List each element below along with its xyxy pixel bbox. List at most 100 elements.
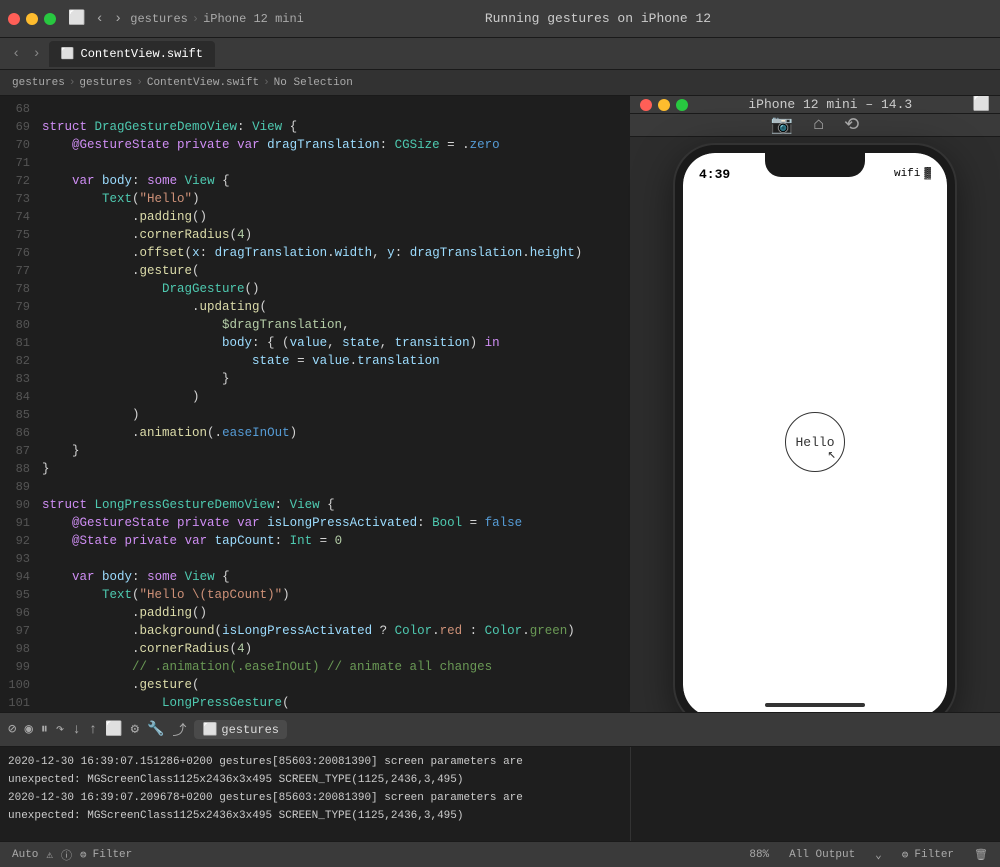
- step-out-icon[interactable]: ↑: [89, 722, 97, 738]
- code-line: 81 body: { (value, state, transition) in: [0, 334, 630, 352]
- code-line: 82 state = value.translation: [0, 352, 630, 370]
- battery-icon: ▓: [924, 168, 931, 180]
- title-bar: ⬜ ‹ › gestures › iPhone 12 mini Running …: [0, 0, 1000, 38]
- sim-minimize-button[interactable]: [658, 99, 670, 111]
- sim-close-button[interactable]: [640, 99, 652, 111]
- close-button[interactable]: [8, 13, 20, 25]
- code-content: 68 69 struct DragGestureDemoView: View {…: [0, 96, 630, 712]
- info-icon: ⓘ: [61, 847, 72, 863]
- main-area: 68 69 struct DragGestureDemoView: View {…: [0, 96, 1000, 712]
- filter-right-label[interactable]: Filter: [914, 849, 954, 861]
- sub-crumb-contentview[interactable]: ContentView.swift: [147, 77, 259, 89]
- tab-label: ContentView.swift: [81, 47, 203, 61]
- warning-icon: ⚠: [46, 848, 53, 862]
- breadcrumb-sep: ›: [192, 12, 199, 26]
- code-line: 77 .gesture(: [0, 262, 630, 280]
- code-line: 96 .padding(): [0, 604, 630, 622]
- rotate-icon[interactable]: ⟲: [844, 114, 859, 136]
- all-output-label[interactable]: All Output: [789, 849, 855, 861]
- code-line: 97 .background(isLongPressActivated ? Co…: [0, 622, 630, 640]
- sim-maximize-button[interactable]: [676, 99, 688, 111]
- tab-bar: ‹ › ⬜ ContentView.swift: [0, 38, 1000, 70]
- code-line: 95 Text("Hello \(tapCount)"): [0, 586, 630, 604]
- share-icon[interactable]: ⤴: [172, 720, 186, 740]
- hello-circle: Hello ↖: [785, 412, 845, 472]
- code-line: 74 .padding(): [0, 208, 630, 226]
- zoom-badge: 88%: [749, 849, 769, 861]
- code-line: 93: [0, 550, 630, 568]
- scheme-icon: ⬜: [202, 722, 217, 737]
- sub-crumb-gestures2[interactable]: gestures: [79, 77, 132, 89]
- code-line: 89: [0, 478, 630, 496]
- filter-right-area: ⊜ Filter: [902, 848, 954, 862]
- filter-left-area: ⊜ Filter: [80, 848, 132, 862]
- trash-icon[interactable]: 🗑: [974, 848, 988, 862]
- breadcrumb-item-gestures[interactable]: gestures: [130, 12, 188, 26]
- code-line: 71: [0, 154, 630, 172]
- sim-window-controls: [640, 99, 688, 111]
- simulate-icon[interactable]: ⚙: [131, 721, 139, 738]
- cursor-icon: ↖: [828, 446, 836, 463]
- forward-icon[interactable]: ›: [114, 11, 122, 27]
- code-editor[interactable]: 68 69 struct DragGestureDemoView: View {…: [0, 96, 630, 712]
- breakpoint-icon[interactable]: ◉: [24, 721, 32, 738]
- code-line: 92 @State private var tapCount: Int = 0: [0, 532, 630, 550]
- code-line: 86 .animation(.easeInOut): [0, 424, 630, 442]
- code-line: 90 struct LongPressGestureDemoView: View…: [0, 496, 630, 514]
- output-line-4: unexpected: MGScreenClass1125x2436x3x495…: [8, 807, 622, 825]
- sub-crumb-gestures1[interactable]: gestures: [12, 77, 65, 89]
- code-line: 100 .gesture(: [0, 676, 630, 694]
- filter-left-label[interactable]: Filter: [93, 849, 133, 861]
- simulator-panel: iPhone 12 mini – 14.3 ⬜ 📷 ⌂ ⟲ Resume 4:3…: [630, 96, 1000, 712]
- back-icon[interactable]: ‹: [95, 11, 103, 27]
- tab-contentview[interactable]: ⬜ ContentView.swift: [49, 41, 215, 67]
- iphone-time: 4:39: [699, 167, 730, 182]
- step-over-icon[interactable]: ↷: [56, 721, 64, 738]
- sub-breadcrumb: gestures › gestures › ContentView.swift …: [0, 70, 1000, 96]
- nav-back-btn[interactable]: ‹: [8, 44, 24, 64]
- code-line: 91 @GestureState private var isLongPress…: [0, 514, 630, 532]
- code-line: 68: [0, 100, 630, 118]
- output-panel: 2020-12-30 16:39:07.151286+0200 gestures…: [0, 747, 1000, 841]
- output-line-1: 2020-12-30 16:39:07.151286+0200 gestures…: [8, 753, 622, 771]
- code-line: 85 ): [0, 406, 630, 424]
- code-line: 72 var body: some View {: [0, 172, 630, 190]
- iphone-notch: [765, 153, 865, 177]
- maximize-button[interactable]: [44, 13, 56, 25]
- step-into-icon[interactable]: ↓: [72, 722, 80, 738]
- minimize-button[interactable]: [26, 13, 38, 25]
- sim-expand-icon[interactable]: ⬜: [973, 96, 990, 113]
- code-line: 73 Text("Hello"): [0, 190, 630, 208]
- code-line: 101 LongPressGesture(: [0, 694, 630, 712]
- sidebar-toggle-icon[interactable]: ⬜: [68, 10, 85, 27]
- code-line: 75 .cornerRadius(4): [0, 226, 630, 244]
- bottom-status-bar: Auto ⚠ ⓘ ⊜ Filter 88% All Output ⌄ ⊜ Fil…: [0, 841, 1000, 867]
- toolbar-icons: ⬜ ‹ ›: [68, 10, 122, 27]
- nav-forward-btn[interactable]: ›: [28, 44, 44, 64]
- bottom-toolbar: ⊘ ◉ ⏸ ↷ ↓ ↑ ⬜ ⚙ 🔧 ⤴ ⬜ gestures: [0, 713, 1000, 747]
- code-line: 83 }: [0, 370, 630, 388]
- code-line: 99 // .animation(.easeInOut) // animate …: [0, 658, 630, 676]
- bottom-area: ⊘ ◉ ⏸ ↷ ↓ ↑ ⬜ ⚙ 🔧 ⤴ ⬜ gestures 2020-12-3…: [0, 712, 1000, 867]
- iphone-frame: 4:39 wifi ▓ Hello ↖: [675, 145, 955, 712]
- debug-icon[interactable]: 🔧: [147, 721, 164, 738]
- home-icon[interactable]: ⌂: [813, 115, 824, 135]
- output-left: 2020-12-30 16:39:07.151286+0200 gestures…: [0, 747, 630, 841]
- home-bar-line: [765, 703, 865, 707]
- sim-title-bar: iPhone 12 mini – 14.3 ⬜: [630, 96, 1000, 114]
- code-line: 78 DragGesture(): [0, 280, 630, 298]
- code-line: 94 var body: some View {: [0, 568, 630, 586]
- code-line: 70 @GestureState private var dragTransla…: [0, 136, 630, 154]
- scheme-badge[interactable]: ⬜ gestures: [194, 720, 287, 739]
- error-icon[interactable]: ⊘: [8, 721, 16, 738]
- home-bar: [683, 697, 947, 712]
- filter-left-icon: ⊜: [80, 848, 87, 862]
- status-icons: wifi ▓: [894, 168, 931, 180]
- code-line: 76 .offset(x: dragTranslation.width, y: …: [0, 244, 630, 262]
- filter-right-icon: ⊜: [902, 848, 909, 862]
- auto-label: Auto: [12, 849, 38, 861]
- screenshot-icon[interactable]: 📷: [771, 114, 793, 136]
- chevron-down-icon[interactable]: ⌄: [875, 848, 882, 862]
- frame-icon[interactable]: ⬜: [105, 721, 122, 738]
- pause-icon[interactable]: ⏸: [41, 722, 48, 738]
